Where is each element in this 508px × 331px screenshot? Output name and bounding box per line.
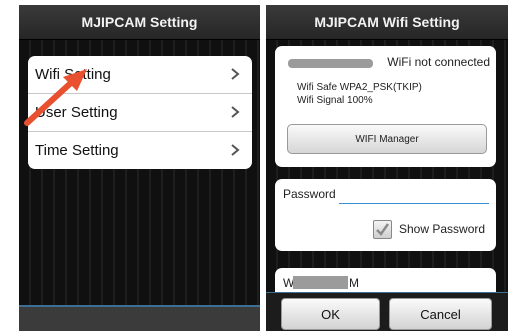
show-password-checkbox[interactable] (373, 220, 392, 239)
red-arrow-icon (24, 69, 87, 126)
left-screen: MJIPCAM Setting Wifi Setting User Settin… (19, 5, 260, 331)
redacted-ssid (288, 59, 373, 68)
wifi-manager-button[interactable]: WIFI Manager (287, 124, 487, 154)
chevron-right-icon (231, 68, 240, 80)
wifi-status-text: WiFi not connected (387, 55, 490, 69)
page-title: MJIPCAM Setting (19, 5, 260, 40)
page-title: MJIPCAM Wifi Setting (266, 5, 508, 40)
chevron-right-icon (231, 144, 240, 156)
wifi-signal-text: Wifi Signal 100% (297, 95, 373, 106)
ok-button[interactable]: OK (281, 298, 380, 330)
network-field-suffix: M (349, 276, 359, 290)
redacted-network-name (293, 276, 348, 289)
password-label: Password (283, 187, 336, 201)
bottom-bar (19, 307, 260, 331)
password-input[interactable] (339, 199, 489, 204)
wifi-info-card: WiFi not connected Wifi Safe WPA2_PSK(TK… (275, 46, 496, 167)
chevron-right-icon (231, 106, 240, 118)
menu-item-time-setting[interactable]: Time Setting (28, 132, 252, 169)
wifi-safe-text: Wifi Safe WPA2_PSK(TKIP) (297, 82, 422, 93)
menu-item-label: Time Setting (35, 142, 119, 159)
show-password-label: Show Password (399, 222, 486, 236)
button-bar: OK Cancel (266, 292, 508, 331)
password-card: Password Show Password (275, 179, 496, 251)
checkmark-icon (376, 223, 390, 236)
cancel-button[interactable]: Cancel (389, 298, 492, 330)
right-screen: MJIPCAM Wifi Setting WiFi not connected … (266, 5, 508, 331)
